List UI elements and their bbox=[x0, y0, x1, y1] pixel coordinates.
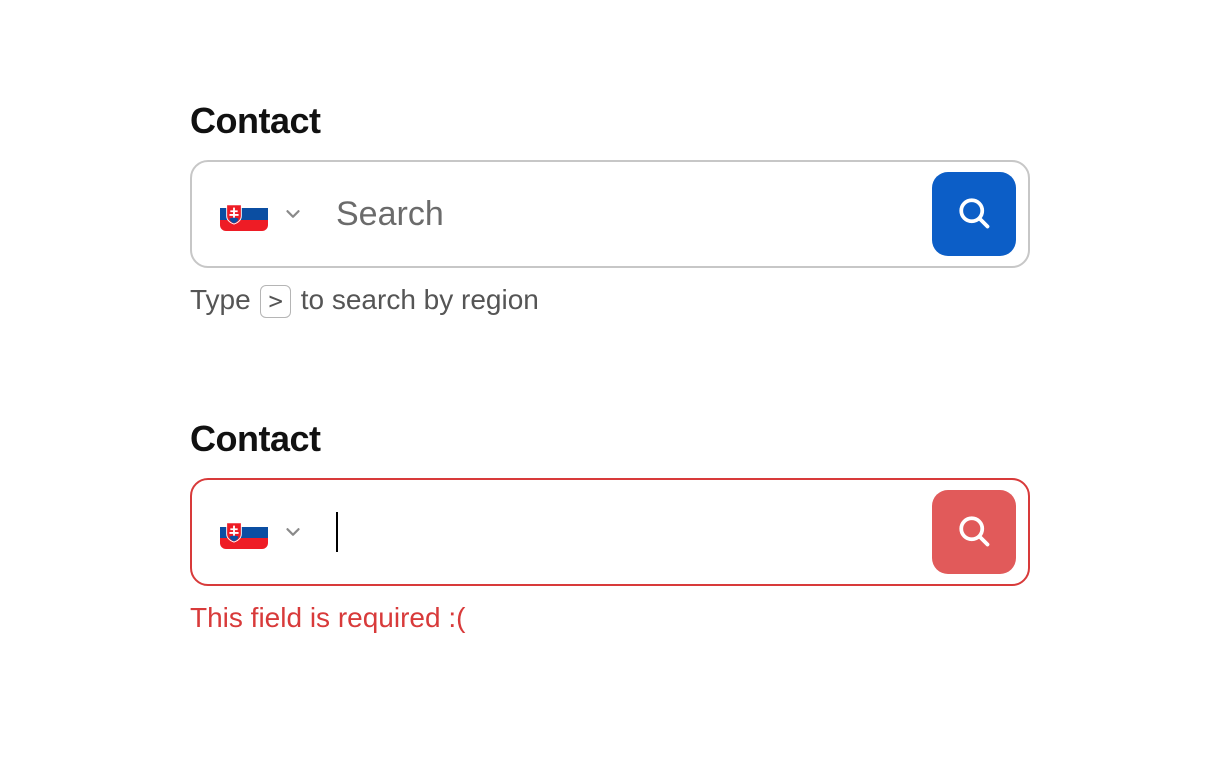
input-container-error bbox=[190, 478, 1030, 586]
key-hint: > bbox=[260, 285, 290, 318]
error-message: This field is required :( bbox=[190, 602, 1030, 634]
search-button[interactable] bbox=[932, 172, 1016, 256]
field-label: Contact bbox=[190, 100, 1030, 142]
chevron-down-icon bbox=[282, 203, 304, 225]
input-container bbox=[190, 160, 1030, 268]
contact-field-error: Contact bbox=[190, 418, 1030, 634]
field-label: Contact bbox=[190, 418, 1030, 460]
helper-text: Type > to search by region bbox=[190, 284, 1030, 318]
search-icon bbox=[956, 513, 992, 552]
search-icon bbox=[956, 195, 992, 234]
text-caret bbox=[336, 512, 338, 552]
country-selector[interactable] bbox=[220, 515, 304, 549]
slovakia-flag-icon bbox=[220, 515, 268, 549]
chevron-down-icon bbox=[282, 521, 304, 543]
slovakia-flag-icon bbox=[220, 197, 268, 231]
search-input-focused[interactable] bbox=[304, 508, 932, 556]
search-button[interactable] bbox=[932, 490, 1016, 574]
contact-field-default: Contact bbox=[190, 100, 1030, 318]
search-input[interactable] bbox=[304, 195, 932, 234]
country-selector[interactable] bbox=[220, 197, 304, 231]
